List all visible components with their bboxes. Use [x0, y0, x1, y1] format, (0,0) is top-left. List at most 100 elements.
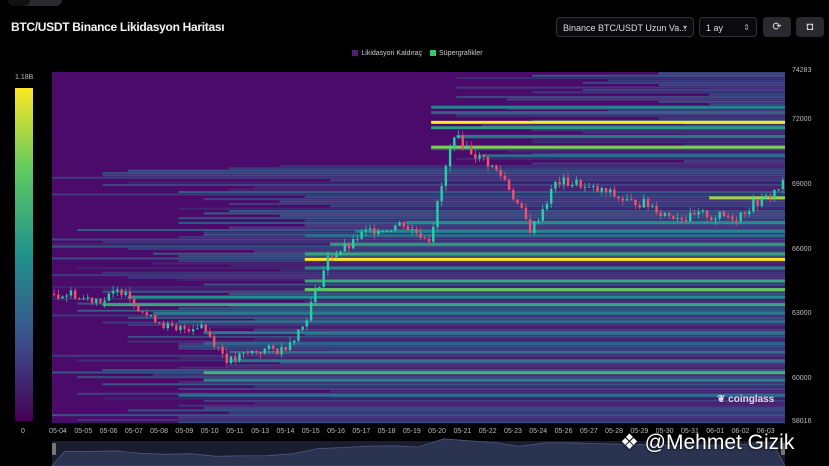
y-tick-label: 69000 [792, 180, 812, 188]
liquidation-band-faint [52, 176, 785, 179]
candle [427, 238, 431, 242]
liquidation-band-faint [228, 364, 785, 367]
candle [773, 189, 776, 198]
liquidation-band-faint [228, 167, 785, 170]
liquidation-band-faint [456, 115, 785, 118]
candle [579, 179, 582, 188]
candle [352, 239, 355, 249]
liquidation-level [228, 350, 785, 354]
candle [141, 311, 144, 313]
liquidation-band-faint [52, 238, 785, 241]
liquidation-band-faint [532, 91, 785, 94]
liquidation-level [456, 134, 785, 138]
liquidation-band-faint [506, 98, 785, 101]
liquidation-band-faint [582, 131, 785, 134]
candle [90, 297, 94, 303]
candle [549, 188, 553, 204]
liquidation-band-faint [658, 72, 785, 75]
candle [124, 292, 127, 296]
candle [453, 137, 456, 148]
candle [516, 199, 519, 204]
candle [672, 215, 675, 219]
candle [297, 329, 300, 341]
liquidation-band-faint [330, 390, 785, 393]
candle [710, 217, 713, 220]
liquidation-level [178, 393, 786, 397]
candle [242, 352, 245, 354]
candle [288, 342, 292, 351]
liquidation-band-faint [178, 307, 786, 310]
candle [196, 328, 199, 330]
candle [621, 198, 625, 201]
liquidation-band-faint [77, 418, 785, 421]
y-tick-label: 74283 [792, 67, 812, 74]
candle [368, 228, 372, 230]
candle [406, 226, 410, 231]
liquidation-level [153, 311, 785, 315]
liquidation-band-faint [178, 357, 786, 360]
candle [781, 179, 785, 190]
liquidation-level [304, 288, 785, 292]
y-tick-label: 66000 [792, 245, 812, 253]
candle [166, 323, 170, 329]
candle [208, 331, 212, 337]
liquidation-band-faint [102, 174, 785, 177]
liquidation-band-faint [228, 210, 785, 213]
liquidation-band-faint [532, 129, 785, 132]
liquidation-heatmap[interactable] [0, 0, 829, 466]
liquidation-band-faint [304, 300, 785, 303]
candle [107, 293, 111, 301]
candle [524, 207, 528, 220]
candle [293, 340, 296, 343]
candle [419, 233, 422, 238]
liquidation-band-faint [127, 323, 786, 326]
liquidation-band-faint [77, 376, 785, 379]
candle [284, 347, 288, 351]
candle [571, 184, 574, 187]
liquidation-band-faint [709, 93, 785, 96]
liquidation-band-faint [102, 397, 785, 400]
liquidation-band-faint [456, 86, 785, 89]
navigator-handle-left[interactable] [52, 443, 56, 455]
candle [596, 186, 599, 192]
candle [111, 291, 115, 294]
liquidation-band-faint [658, 117, 785, 120]
candle [415, 229, 418, 234]
liquidation-level [304, 257, 785, 261]
liquidation-band-faint [228, 188, 785, 191]
candle [263, 349, 266, 354]
liquidation-band-faint [127, 335, 786, 338]
candle [250, 350, 254, 354]
candle [73, 290, 77, 299]
candle [689, 212, 692, 222]
candle [465, 145, 469, 150]
candle [478, 154, 481, 159]
liquidation-level [304, 234, 785, 238]
candle [440, 186, 443, 202]
candle [86, 297, 90, 299]
candle [423, 237, 427, 239]
candle [684, 219, 688, 222]
candle [309, 302, 313, 321]
candle [301, 326, 304, 330]
candle [183, 326, 186, 329]
candle [128, 292, 132, 299]
liquidation-band-faint [582, 88, 785, 91]
liquidation-band-faint [102, 183, 785, 186]
candle [528, 219, 532, 233]
candle [259, 351, 262, 354]
candle [667, 213, 671, 216]
candle [718, 211, 721, 219]
candle [461, 135, 464, 150]
candle [714, 218, 717, 220]
candle [613, 189, 616, 197]
candle [394, 225, 397, 231]
liquidation-band-faint [52, 354, 785, 357]
candle [608, 189, 612, 193]
liquidation-level [228, 359, 785, 363]
candle [398, 222, 401, 226]
candle [630, 198, 633, 200]
liquidation-band-faint [52, 414, 785, 417]
liquidation-band-faint [279, 214, 785, 217]
candle [722, 211, 726, 217]
